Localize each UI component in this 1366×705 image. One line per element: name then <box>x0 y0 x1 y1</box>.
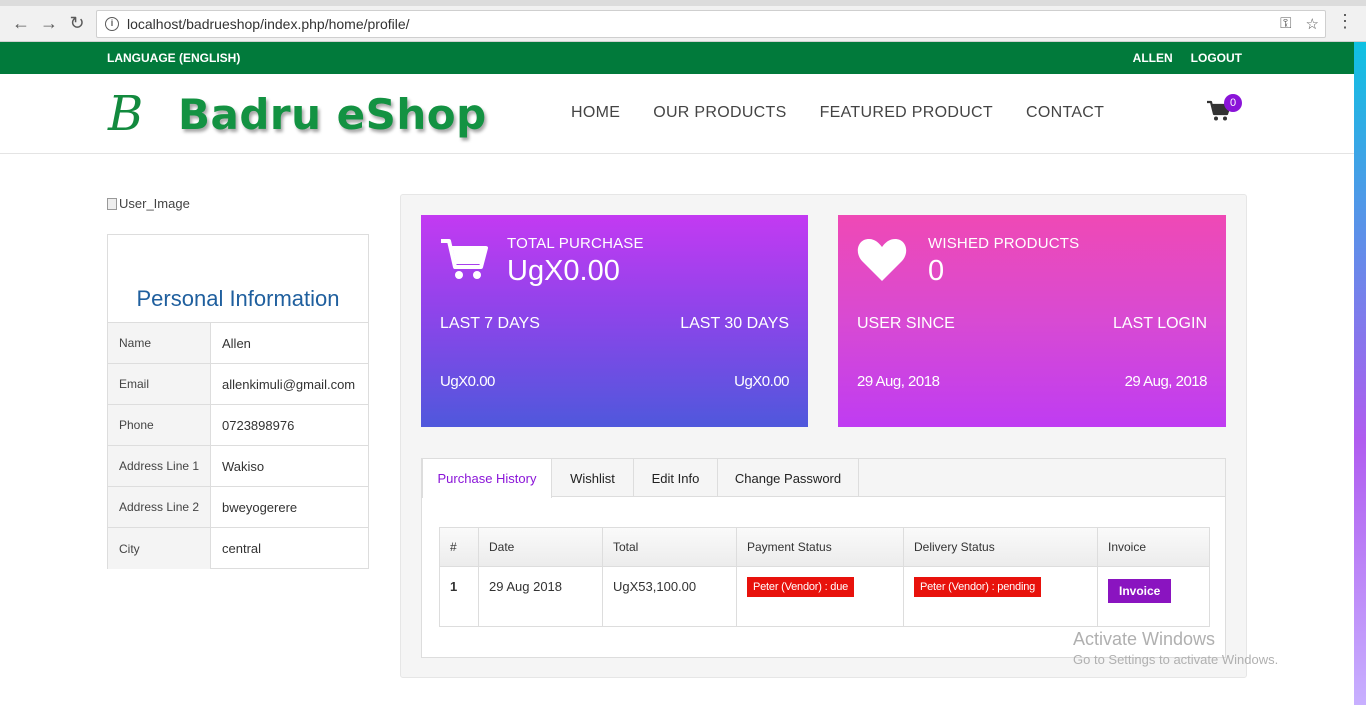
info-row-email: Email allenkimuli@gmail.com <box>108 364 368 405</box>
last-7-days-value: UgX0.00 <box>440 373 495 390</box>
header-number[interactable]: # <box>440 528 479 566</box>
last-30-days-label: LAST 30 DAYS <box>680 315 789 332</box>
shopping-cart-icon <box>439 237 489 286</box>
info-row-address-2: Address Line 2 bweyogerere <box>108 487 368 528</box>
user-image-alt: User_Image <box>119 196 190 211</box>
header-total[interactable]: Total <box>603 528 737 566</box>
wished-products-label: WISHED PRODUCTS <box>928 235 1080 252</box>
bookmark-star-icon[interactable]: ☆ <box>1306 15 1319 33</box>
row-invoice-cell: Invoice <box>1098 567 1209 626</box>
payment-status-badge: Peter (Vendor) : due <box>747 577 855 597</box>
wished-products-value: 0 <box>928 255 945 287</box>
tab-wishlist[interactable]: Wishlist <box>552 459 634 497</box>
cart-count-badge: 0 <box>1224 94 1242 112</box>
wished-products-card: WISHED PRODUCTS 0 USER SINCE LAST LOGIN … <box>838 215 1226 427</box>
heart-icon <box>856 237 908 288</box>
account-tabs-box: Purchase History Wishlist Edit Info Chan… <box>421 458 1226 658</box>
user-image: User_Image <box>107 196 190 211</box>
top-bar: LANGUAGE (ENGLISH) ALLEN LOGOUT <box>0 42 1354 74</box>
delivery-status-badge: Peter (Vendor) : pending <box>914 577 1042 597</box>
logo-text: Badru eShop <box>178 89 487 139</box>
header-delivery-status[interactable]: Delivery Status <box>904 528 1098 566</box>
header-payment-status[interactable]: Payment Status <box>737 528 904 566</box>
row-date: 29 Aug 2018 <box>479 567 603 626</box>
info-label: Name <box>108 323 211 363</box>
last-30-days-value: UgX0.00 <box>734 373 789 390</box>
row-delivery-cell: Peter (Vendor) : pending <box>904 567 1098 626</box>
nav-home[interactable]: HOME <box>571 104 620 122</box>
info-row-address-1: Address Line 1 Wakiso <box>108 446 368 487</box>
nav-our-products[interactable]: OUR PRODUCTS <box>653 104 786 122</box>
total-purchase-label: TOTAL PURCHASE <box>507 235 644 252</box>
address-bar[interactable]: i localhost/badrueshop/index.php/home/pr… <box>96 10 1326 38</box>
info-value: bweyogerere <box>222 499 298 515</box>
info-row-name: Name Allen <box>108 323 368 364</box>
tab-purchase-history[interactable]: Purchase History <box>422 459 552 498</box>
account-tabs: Purchase History Wishlist Edit Info Chan… <box>422 459 1225 498</box>
user-link[interactable]: ALLEN <box>1133 51 1173 65</box>
browser-tab-strip <box>0 0 1366 6</box>
total-purchase-value: UgX0.00 <box>507 255 620 287</box>
back-arrow-icon[interactable]: ← <box>10 12 32 34</box>
header-invoice[interactable]: Invoice <box>1098 528 1209 566</box>
info-value: 0723898976 <box>222 417 295 433</box>
forward-arrow-icon[interactable]: → <box>38 12 60 34</box>
windows-activation-watermark: Activate Windows Go to Settings to activ… <box>1073 629 1278 667</box>
last-login-value: 29 Aug, 2018 <box>1124 373 1208 390</box>
last-login-label: LAST LOGIN <box>1113 315 1207 332</box>
personal-info-card: Personal Information Name Allen Email al… <box>107 234 369 569</box>
watermark-subtitle: Go to Settings to activate Windows. <box>1073 652 1279 667</box>
info-row-phone: Phone 0723898976 <box>108 405 368 446</box>
logout-link[interactable]: LOGOUT <box>1191 51 1242 65</box>
info-label: City <box>108 528 211 569</box>
broken-image-icon <box>107 197 117 210</box>
key-icon[interactable]: ⚿ <box>1280 15 1291 33</box>
invoice-button[interactable]: Invoice <box>1108 579 1172 603</box>
purchase-history-table: # Date Total Payment Status Delivery Sta… <box>439 527 1210 627</box>
account-links: ALLEN LOGOUT <box>1133 51 1242 65</box>
page-scrollbar[interactable] <box>1354 42 1366 705</box>
info-label: Phone <box>108 405 211 445</box>
info-row-city: City central <box>108 528 368 569</box>
site-header: B Badru eShop HOME OUR PRODUCTS FEATURED… <box>0 74 1354 154</box>
total-purchase-card: TOTAL PURCHASE UgX0.00 LAST 7 DAYS LAST … <box>421 215 808 427</box>
site-logo[interactable]: B Badru eShop <box>108 86 487 142</box>
info-value: Wakiso <box>222 458 265 474</box>
cart-button[interactable]: 0 <box>1206 94 1242 126</box>
table-row: 1 29 Aug 2018 UgX53,100.00 Peter (Vendor… <box>440 567 1209 626</box>
row-payment-cell: Peter (Vendor) : due <box>737 567 904 626</box>
info-label: Address Line 2 <box>108 487 211 527</box>
info-label: Address Line 1 <box>108 446 211 486</box>
header-date[interactable]: Date <box>479 528 603 566</box>
user-since-label: USER SINCE <box>857 315 955 332</box>
info-value: Allen <box>222 335 251 351</box>
logo-mark: B <box>108 86 144 142</box>
info-icon[interactable]: i <box>105 17 119 31</box>
address-bar-actions: ⚿ ☆ <box>1280 15 1319 33</box>
nav-featured-product[interactable]: FEATURED PRODUCT <box>820 104 993 122</box>
row-total: UgX53,100.00 <box>603 567 737 626</box>
language-selector[interactable]: LANGUAGE (ENGLISH) <box>107 51 240 65</box>
row-number: 1 <box>440 567 479 626</box>
browser-chrome: ← → ↻ i localhost/badrueshop/index.php/h… <box>0 0 1366 42</box>
personal-info-title: Personal Information <box>108 235 368 323</box>
dashboard-panel: TOTAL PURCHASE UgX0.00 LAST 7 DAYS LAST … <box>400 194 1247 678</box>
tab-edit-info[interactable]: Edit Info <box>634 459 718 497</box>
reload-icon[interactable]: ↻ <box>66 12 88 34</box>
info-label: Email <box>108 364 211 404</box>
user-since-value: 29 Aug, 2018 <box>857 373 940 390</box>
main-nav: HOME OUR PRODUCTS FEATURED PRODUCT CONTA… <box>571 104 1137 122</box>
nav-contact[interactable]: CONTACT <box>1026 104 1104 122</box>
watermark-title: Activate Windows <box>1073 629 1216 649</box>
tab-change-password[interactable]: Change Password <box>718 459 859 497</box>
info-value: central <box>222 541 262 556</box>
table-header: # Date Total Payment Status Delivery Sta… <box>440 528 1209 567</box>
info-value: allenkimuli@gmail.com <box>222 376 356 392</box>
browser-menu-icon[interactable]: ⋮ <box>1336 12 1354 30</box>
last-7-days-label: LAST 7 DAYS <box>440 315 540 332</box>
url-text[interactable]: localhost/badrueshop/index.php/home/prof… <box>127 16 410 32</box>
